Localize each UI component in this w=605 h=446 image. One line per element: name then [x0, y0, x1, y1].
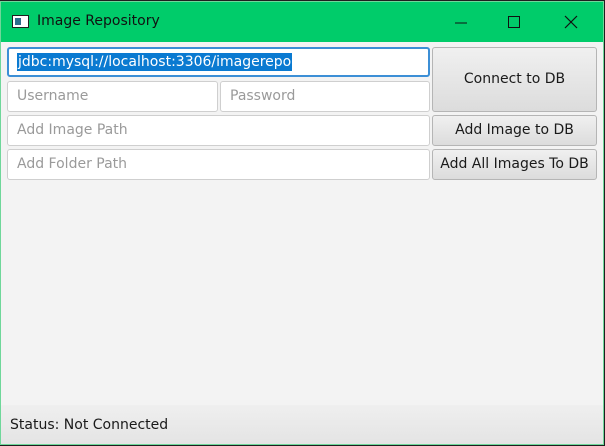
image-path-placeholder: Add Image Path: [17, 122, 128, 138]
status-bar: Status: Not Connected: [1, 405, 603, 444]
password-placeholder: Password: [230, 88, 296, 104]
folder-path-field[interactable]: Add Folder Path: [7, 149, 430, 180]
username-field[interactable]: Username: [7, 81, 218, 112]
status-label: Status: Not Connected: [10, 417, 169, 433]
add-image-button[interactable]: Add Image to DB: [432, 115, 597, 146]
image-path-field[interactable]: Add Image Path: [7, 115, 430, 146]
app-window-icon: [12, 15, 29, 28]
minimize-button[interactable]: [438, 2, 484, 42]
maximize-button[interactable]: [490, 2, 536, 42]
folder-path-placeholder: Add Folder Path: [17, 156, 128, 172]
close-button[interactable]: [547, 2, 593, 42]
app-window: Image Repository jdbc:mysql://localhost:…: [0, 1, 604, 445]
maximize-icon: [508, 16, 520, 28]
add-all-images-button[interactable]: Add All Images To DB: [432, 149, 597, 180]
password-field[interactable]: Password: [220, 81, 430, 112]
window-title: Image Repository: [37, 13, 160, 29]
minimize-icon: [455, 22, 467, 24]
connect-button[interactable]: Connect to DB: [432, 47, 597, 112]
db-url-field[interactable]: jdbc:mysql://localhost:3306/imagerepo: [7, 47, 430, 77]
db-url-value: jdbc:mysql://localhost:3306/imagerepo: [17, 53, 293, 71]
username-placeholder: Username: [17, 88, 89, 104]
close-icon: [564, 15, 578, 29]
title-bar[interactable]: Image Repository: [1, 2, 603, 42]
